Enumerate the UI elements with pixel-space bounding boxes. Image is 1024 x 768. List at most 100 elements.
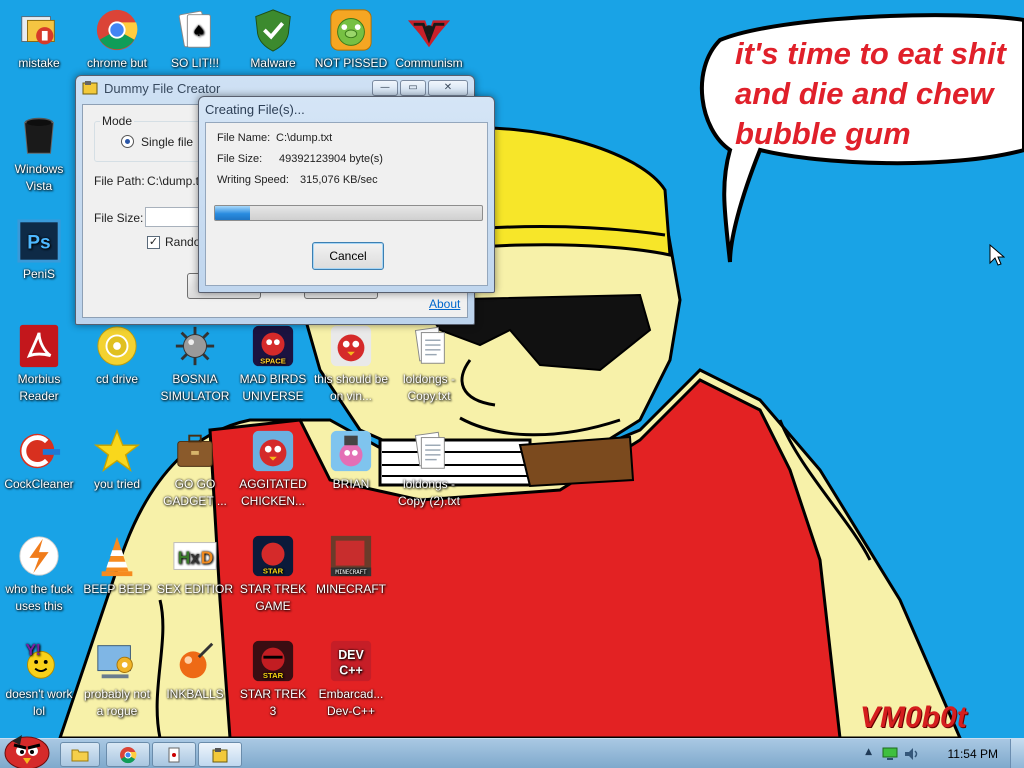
desktop-icon-penis[interactable]: Ps PeniS — [0, 217, 78, 283]
desktop-icon-dev-cpp[interactable]: DEV C++ Embarcad... Dev-C++ — [312, 637, 390, 720]
chrome-icon — [93, 6, 141, 54]
mouse-pointer-icon — [989, 244, 1005, 266]
desktop-icon-label: BOSNIA SIMULATOR — [160, 372, 230, 403]
file-size-label: File Size: — [217, 153, 263, 165]
desktop-icon-label: GO GO GADGET ... — [163, 477, 227, 508]
desktop-icon-minecraft[interactable]: MINECRAFT MINECRAFT — [312, 532, 390, 598]
maximize-button[interactable]: ▭ — [400, 80, 426, 96]
desktop-icon-this-should[interactable]: this should be on vin... — [312, 322, 390, 405]
minimize-button[interactable]: — — [372, 80, 398, 96]
communism-emblem-icon — [405, 6, 453, 54]
file-size-input[interactable] — [145, 207, 205, 227]
desktop-icon-probably-not-a-rogue[interactable]: probably not a rogue — [78, 637, 156, 720]
desktop-icon-label: Malware — [250, 56, 296, 70]
desktop-icon-go-go-gadget[interactable]: GO GO GADGET ... — [156, 427, 234, 510]
desktop-icon-morbius-reader[interactable]: Morbius Reader — [0, 322, 78, 405]
taskbar-clock[interactable]: 11:54 PM — [948, 747, 998, 761]
text-file-icon — [405, 322, 453, 370]
desktop-icon-aggitated-chicken[interactable]: AGGITATED CHICKEN... — [234, 427, 312, 510]
about-link[interactable]: About — [429, 297, 460, 311]
computer-gears-icon — [93, 637, 141, 685]
bad-piggies-icon — [327, 6, 375, 54]
desktop-icon-solitaire[interactable]: ♠ SO LIT!!! — [156, 6, 234, 72]
desktop-icon-star-trek-3[interactable]: STAR STAR TREK 3 — [234, 637, 312, 720]
angry-birds-icon — [249, 427, 297, 475]
desktop-icon-cd-drive[interactable]: cd drive — [78, 322, 156, 388]
taskbar-explorer-button[interactable] — [60, 742, 100, 767]
desktop-icon-who-the-fuck[interactable]: who the fuck uses this — [0, 532, 78, 615]
desktop-icon-inkballs[interactable]: INKBALLS — [156, 637, 234, 703]
desktop-icon-malware[interactable]: Malware — [234, 6, 312, 72]
desktop-icon-chrome[interactable]: chrome but — [78, 6, 156, 72]
desktop-icon-communism[interactable]: Communism — [390, 6, 468, 72]
desktop-icon-sex-editior[interactable]: HxD SEX EDITIOR — [156, 532, 234, 598]
desktop-icon-windows-vista[interactable]: Windows Vista — [0, 112, 78, 195]
svg-text:DEV: DEV — [338, 648, 364, 662]
angry-birds-stella-icon — [327, 427, 375, 475]
taskbar: ▲ 11:54 PM — [0, 735, 1024, 768]
taskbar-solitaire-button[interactable] — [152, 742, 196, 767]
svg-text:MINECRAFT: MINECRAFT — [335, 570, 367, 576]
desktop-icon-loldongs-copy[interactable]: loldongs - Copy.txt — [390, 322, 468, 405]
briefcase-icon — [171, 427, 219, 475]
desktop-icon-you-tried[interactable]: you tried — [78, 427, 156, 493]
desktop-icon-brian[interactable]: BRIAN — [312, 427, 390, 493]
desktop-icon-label: cd drive — [95, 372, 139, 386]
desktop-icon-label: NOT PISSED — [314, 56, 388, 70]
desktop-icon-star-trek-game[interactable]: STAR STAR TREK GAME — [234, 532, 312, 615]
folder-icon — [71, 749, 89, 761]
mode-label: Mode — [102, 114, 133, 128]
avast-icon — [15, 532, 63, 580]
taskbar-dummy-file-creator-button[interactable] — [198, 742, 242, 767]
star-icon — [93, 427, 141, 475]
close-button[interactable]: ✕ — [428, 80, 468, 96]
desktop-icon-label: Morbius Reader — [17, 372, 61, 403]
minecraft-icon: MINECRAFT — [327, 532, 375, 580]
desktop-icon-mad-birds[interactable]: SPACE MAD BIRDS UNIVERSE — [234, 322, 312, 405]
desktop-icon-beep-beep[interactable]: BEEP BEEP — [78, 532, 156, 598]
start-button[interactable] — [0, 733, 54, 768]
speech-bubble-line: bubble gum — [735, 116, 911, 151]
cancel-button[interactable]: Cancel — [312, 242, 384, 270]
mistake-icon — [15, 6, 63, 54]
svg-text:C++: C++ — [339, 663, 363, 677]
desktop-icon-label: Communism — [395, 56, 463, 70]
volume-icon[interactable] — [904, 747, 920, 761]
desktop-icon-label: BRIAN — [332, 477, 370, 491]
writing-speed-value: 315,076 KB/sec — [300, 174, 378, 186]
single-file-radio[interactable] — [121, 135, 134, 148]
svg-text:♠: ♠ — [192, 22, 206, 40]
svg-text:SPACE: SPACE — [260, 356, 286, 365]
random-checkbox[interactable]: ✓ — [147, 236, 160, 249]
desktop-icon-label: STAR TREK 3 — [239, 687, 307, 718]
desktop-icon-cockcleaner[interactable]: CockCleaner — [0, 427, 78, 493]
desktop-icon-label: chrome but — [86, 56, 148, 70]
dummy-file-creator-icon — [212, 747, 228, 762]
taskbar-chrome-button[interactable] — [106, 742, 150, 767]
file-name-label: File Name: — [217, 132, 271, 144]
svg-text:H: H — [178, 548, 190, 568]
desktop-icon-not-pissed[interactable]: NOT PISSED — [312, 6, 390, 72]
file-size-value: 49392123904 byte(s) — [279, 153, 383, 165]
show-hidden-icons-button[interactable]: ▲ — [865, 747, 872, 757]
yahoo-messenger-icon: Y! — [15, 637, 63, 685]
svg-text:x: x — [190, 548, 200, 568]
angry-birds-rio-icon — [327, 322, 375, 370]
playing-card-icon — [168, 747, 180, 762]
show-desktop-button[interactable] — [1010, 739, 1024, 768]
desktop-icon-bosnia-simulator[interactable]: BOSNIA SIMULATOR — [156, 322, 234, 405]
network-icon[interactable] — [882, 747, 898, 761]
title-bar[interactable]: Creating File(s)... — [199, 97, 494, 121]
shield-icon — [249, 6, 297, 54]
desktop-icon-label: STAR TREK GAME — [239, 582, 307, 613]
desktop-icon-doesnt-work[interactable]: Y! doesn't work lol — [0, 637, 78, 720]
pdf-reader-icon — [15, 322, 63, 370]
star-wars-game-icon: STAR — [249, 532, 297, 580]
desktop-icon-label: who the fuck uses this — [5, 582, 73, 613]
svg-text:Y!: Y! — [26, 642, 41, 659]
desktop-icon-loldongs-copy-2[interactable]: loldongs - Copy (2).txt — [390, 427, 468, 510]
desktop-icon-label: PeniS — [22, 267, 56, 281]
desktop-icon-label: MINECRAFT — [316, 582, 386, 596]
desktop-icon-label: CockCleaner — [4, 477, 74, 491]
desktop-icon-mistake[interactable]: mistake — [0, 6, 78, 72]
